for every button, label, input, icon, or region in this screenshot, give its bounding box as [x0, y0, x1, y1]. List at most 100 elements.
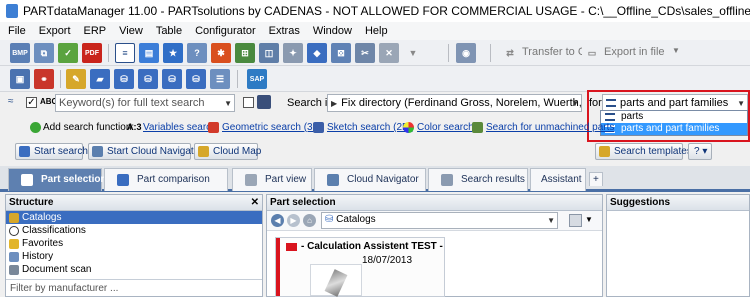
- menu-view[interactable]: View: [119, 25, 143, 37]
- database-icon[interactable]: ⛁: [114, 69, 134, 89]
- color-search-link[interactable]: Color search: [417, 122, 474, 133]
- sap-button[interactable]: SAP: [247, 69, 267, 89]
- pdf-export-button[interactable]: PDF: [82, 43, 102, 63]
- unmachined-parts-link[interactable]: Search for unmachined parts: [486, 122, 614, 133]
- start-search-button[interactable]: Start search: [15, 143, 88, 160]
- geometric-search-icon: [208, 122, 219, 133]
- tree-item-history[interactable]: History: [6, 250, 262, 263]
- suggestions-panel: Suggestions: [606, 194, 750, 297]
- structure-panel: Structure ✕ Catalogs Classifications Fav…: [5, 194, 263, 297]
- catalog-card[interactable]: - Calculation Assistent TEST - 18/07/201…: [275, 237, 445, 297]
- sketch-search-link[interactable]: Sketch search (2D): [327, 122, 413, 133]
- cloud-icon: [327, 174, 339, 186]
- card-thumbnail: [310, 264, 362, 297]
- menu-erp[interactable]: ERP: [84, 25, 107, 37]
- map-icon: [198, 146, 209, 157]
- tools-icon[interactable]: ✂: [355, 43, 375, 63]
- database-check-icon[interactable]: ⛁: [186, 69, 206, 89]
- tab-bar: Part selection Part comparison Part view…: [0, 166, 750, 192]
- catalogs-icon: [9, 213, 19, 223]
- compare-icon[interactable]: ⊞: [235, 43, 255, 63]
- tab-search-results[interactable]: Search results: [428, 168, 528, 191]
- grid-icon[interactable]: ⊠: [331, 43, 351, 63]
- tab-part-view[interactable]: Part view: [232, 168, 312, 191]
- search-functions-row: Add search function: A:3 Variables searc…: [0, 120, 614, 136]
- template-icon: [599, 146, 610, 157]
- suggestions-panel-header: Suggestions: [607, 195, 749, 211]
- link-icon[interactable]: ⚭: [34, 69, 54, 89]
- wand-icon[interactable]: ✦: [283, 43, 303, 63]
- database-settings-icon[interactable]: ⛁: [162, 69, 182, 89]
- favorite-star-icon[interactable]: ★: [163, 43, 183, 63]
- add-tab-button[interactable]: +: [589, 172, 603, 186]
- home-icon[interactable]: ⌂: [303, 214, 316, 227]
- transform-icon[interactable]: ✕: [379, 43, 399, 63]
- search-templates-button[interactable]: Search templates ▾: [595, 143, 700, 160]
- search-in-dropdown[interactable]: ▶ Fix directory (Ferdinand Gross, Norelem…: [327, 94, 582, 112]
- cloud-map-button[interactable]: Cloud Map: [194, 143, 261, 160]
- menu-table[interactable]: Table: [156, 25, 182, 37]
- export-dropdown-icon[interactable]: ▼: [672, 46, 680, 55]
- window-title: PARTdataManager 11.00 - PARTsolutions by…: [23, 4, 750, 18]
- select-icon[interactable]: ▣: [10, 69, 30, 89]
- geometric-search-link[interactable]: Geometric search (3D): [222, 122, 323, 133]
- part-selection-icon: [21, 174, 33, 186]
- export-file-icon: ▭: [582, 43, 602, 63]
- menu-help[interactable]: Help: [365, 25, 388, 37]
- catalog-icon[interactable]: ▤: [139, 43, 159, 63]
- tab-assistant[interactable]: Assistant: [530, 168, 586, 191]
- search-checkbox[interactable]: [243, 97, 254, 108]
- menu-file[interactable]: File: [8, 25, 26, 37]
- menu-window[interactable]: Window: [313, 25, 352, 37]
- menu-configurator[interactable]: Configurator: [195, 25, 256, 37]
- bmp-export-button[interactable]: BMP: [10, 43, 30, 63]
- abc-checkbox[interactable]: ✓: [26, 97, 37, 108]
- path-dropdown[interactable]: ⛁ Catalogs ▼: [321, 212, 558, 229]
- export-in-file-button[interactable]: Export in file: [604, 46, 665, 58]
- configurator-icon[interactable]: ✱: [211, 43, 231, 63]
- triangle-icon: ▶: [331, 99, 338, 108]
- sketch-search-icon: [313, 122, 324, 133]
- print-icon[interactable]: ✓: [58, 43, 78, 63]
- tab-cloud-navigator[interactable]: Cloud Navigator: [314, 168, 426, 191]
- secondary-toolbar: ▣ ⚭ ✎ ▰ ⛁ ⛁ ⛁ ⛁ ☰ SAP: [0, 66, 750, 92]
- tab-part-selection[interactable]: Part selection: [8, 168, 107, 191]
- comparison-icon: [117, 174, 129, 186]
- measure-icon[interactable]: ◫: [259, 43, 279, 63]
- database-add-icon[interactable]: ⛁: [138, 69, 158, 89]
- list-icon[interactable]: ☰: [210, 69, 230, 89]
- tree-item-document-scan[interactable]: Document scan: [6, 263, 262, 276]
- tree-item-classifications[interactable]: Classifications: [6, 224, 262, 237]
- close-icon[interactable]: ✕: [251, 195, 259, 210]
- card-title: - Calculation Assistent TEST -: [301, 241, 443, 252]
- history-icon: [9, 252, 19, 262]
- arrow-dropdown-icon[interactable]: ▼: [403, 43, 423, 63]
- tree-item-catalogs[interactable]: Catalogs: [6, 211, 262, 224]
- help-button[interactable]: ? ▾: [688, 143, 712, 160]
- folder-edit-icon[interactable]: ✎: [66, 69, 86, 89]
- forward-icon[interactable]: ▶: [287, 214, 300, 227]
- menu-extras[interactable]: Extras: [269, 25, 300, 37]
- variables-search-link[interactable]: Variables search: [143, 122, 217, 133]
- table-icon[interactable]: ≡: [115, 43, 135, 63]
- back-icon[interactable]: ◀: [271, 214, 284, 227]
- grid-view-icon[interactable]: [569, 214, 582, 227]
- main-toolbar: BMP ⧉ ✓ PDF ≡ ▤ ★ ? ✱ ⊞ ◫ ✦ ◆ ⊠ ✂ ✕ ▼ ◉ …: [0, 40, 750, 66]
- book-icon[interactable]: [257, 95, 271, 109]
- card-folder-icon: [286, 243, 297, 251]
- collapse-chevron-icon[interactable]: ≈: [8, 96, 14, 107]
- tab-part-comparison[interactable]: Part comparison: [104, 168, 228, 191]
- menu-export[interactable]: Export: [39, 25, 71, 37]
- folder-icon[interactable]: ▰: [90, 69, 110, 89]
- keyword-search-input[interactable]: Keyword(s) for full text search ▼: [55, 94, 235, 112]
- manufacturer-filter-input[interactable]: Filter by manufacturer ...: [6, 279, 262, 297]
- cube-icon[interactable]: ◆: [307, 43, 327, 63]
- start-cloud-navigator-button[interactable]: Start Cloud Navigator: [88, 143, 203, 160]
- tree-item-favorites[interactable]: Favorites: [6, 237, 262, 250]
- view-dropdown-icon[interactable]: ▼: [585, 215, 593, 224]
- help-question-icon[interactable]: ?: [187, 43, 207, 63]
- part-selection-panel: Part selection ◀ ▶ ⌂ ⛁ Catalogs ▼ ▼ - Ca…: [266, 194, 603, 297]
- highlight-frame: [587, 90, 750, 142]
- disk-icon[interactable]: ◉: [456, 43, 476, 63]
- copy-icon[interactable]: ⧉: [34, 43, 54, 63]
